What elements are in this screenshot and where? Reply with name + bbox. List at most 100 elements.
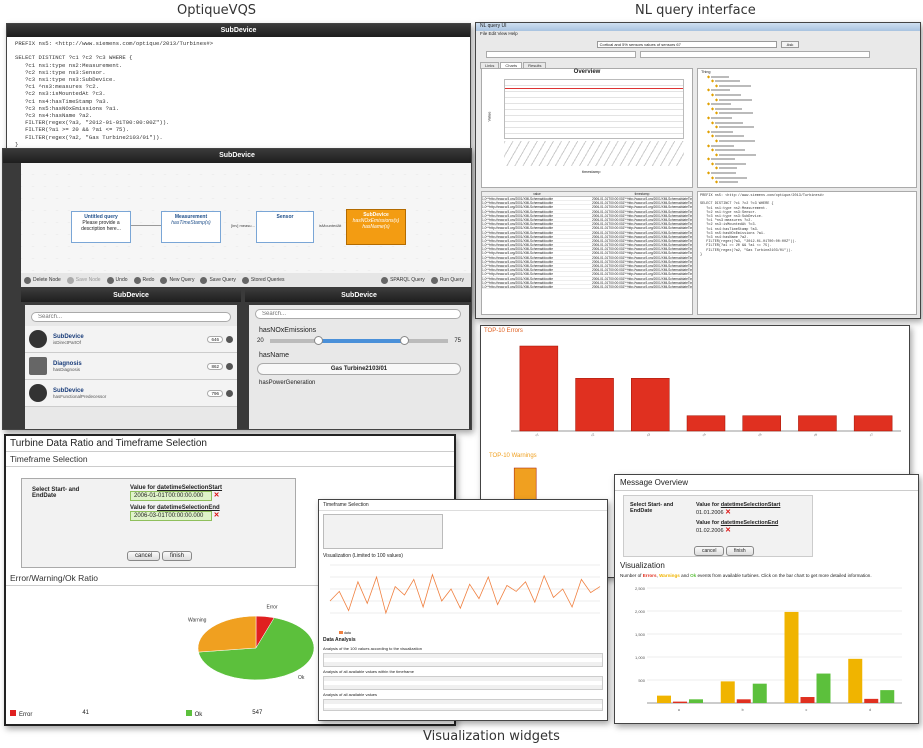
range-handle-low[interactable] xyxy=(313,336,323,345)
bar[interactable] xyxy=(853,415,893,432)
bar[interactable] xyxy=(736,699,751,703)
sparql-line: ?c3 ns4:hasName ?a2. xyxy=(15,112,93,120)
msg-start-input[interactable]: 01.01.2006 xyxy=(696,510,724,516)
pie-slice[interactable] xyxy=(197,615,257,653)
bar[interactable] xyxy=(575,378,614,432)
col-value[interactable]: value xyxy=(482,192,592,196)
bar[interactable] xyxy=(686,415,726,432)
diagnosis-icon xyxy=(29,357,47,375)
bar[interactable] xyxy=(816,673,831,703)
stored-queries-button[interactable]: Stored Queries xyxy=(241,276,285,284)
legend-item[interactable]: Ok 547 xyxy=(185,710,262,718)
analysis-3: Analysis of all available values xyxy=(323,692,378,697)
cancel-button[interactable]: cancel xyxy=(127,551,161,561)
y-tick-label: 1,500 xyxy=(635,632,646,637)
sparql-line: ?c2 ns1:type ns3:Sensor. xyxy=(15,68,106,76)
undo-button[interactable]: Undo xyxy=(106,276,128,284)
nl-ask-button[interactable]: Ask xyxy=(780,41,800,48)
range-slider[interactable] xyxy=(269,336,449,345)
search-input[interactable] xyxy=(31,312,231,322)
y-tick-label: 500 xyxy=(638,678,645,683)
bar[interactable] xyxy=(848,658,863,703)
bar[interactable] xyxy=(519,345,559,432)
cell-value: 1.0^^http://www.w3.org/2001/XMLSchema#do… xyxy=(482,222,554,226)
pie-label: Error xyxy=(267,605,278,611)
cell-value: 1.0^^http://www.w3.org/2001/XMLSchema#do… xyxy=(482,230,554,234)
chevron-right-icon[interactable] xyxy=(226,389,233,397)
bar[interactable] xyxy=(657,695,671,703)
chevron-right-icon[interactable] xyxy=(226,335,233,343)
nl-titlebar: NL query UI xyxy=(476,23,920,31)
analysis-table-2 xyxy=(323,676,603,690)
x-tick-label: c6 xyxy=(813,432,818,437)
bar[interactable] xyxy=(880,690,895,703)
range-handle-high[interactable] xyxy=(399,336,409,345)
end-date-input[interactable]: 2006-03-01T00:00:00.000 xyxy=(130,511,212,521)
bar[interactable] xyxy=(689,699,703,703)
save-query-button[interactable]: Save Query xyxy=(200,276,236,284)
list-item[interactable]: SubDevice isDirectPartOf 646 xyxy=(25,326,237,353)
cell-value: 1.0^^http://www.w3.org/2001/XMLSchema#do… xyxy=(482,201,554,205)
bar[interactable] xyxy=(742,415,781,432)
nl-sparql-text: PREFIX ns5: <http://www.siemens.com/opti… xyxy=(700,194,824,257)
bar[interactable] xyxy=(673,701,687,703)
attr-search-input[interactable] xyxy=(255,309,461,319)
cell-timestamp: 2006-01-01T00:00:00Z^^http://www.w3.org/… xyxy=(592,201,692,205)
msg-finish-button[interactable]: finish xyxy=(725,546,754,556)
nl-query-input[interactable]: Cortical and 5% sensors values of sensor… xyxy=(596,41,777,48)
finish-button[interactable]: finish xyxy=(162,551,193,561)
delete-node-button[interactable]: Delete Node xyxy=(24,276,61,284)
list-item[interactable]: SubDevice hasFunctionalPredecessor 796 xyxy=(25,380,237,407)
sparql-line xyxy=(15,47,462,54)
name-select[interactable]: Gas Turbine2103/01 xyxy=(257,363,461,375)
query-node-subdevice[interactable]: SubDevice hasNOxEmissions(s) hasName(s) xyxy=(346,209,406,245)
item-sub: hasDiagnosis xyxy=(53,366,81,372)
redo-button[interactable]: Redo xyxy=(133,276,154,284)
range-max: 75 xyxy=(454,338,461,344)
cell-value: 1.0^^http://www.w3.org/2001/XMLSchema#do… xyxy=(482,217,554,222)
legend-item[interactable]: Error 41 xyxy=(10,710,89,718)
clear-start-icon[interactable]: ✕ xyxy=(214,492,220,499)
cell-timestamp: 2006-01-01T00:00:00Z^^http://www.w3.org/… xyxy=(592,255,692,259)
table-row[interactable]: 1.0^^http://www.w3.org/2001/XMLSchema#do… xyxy=(482,285,692,290)
msg-clear-start-icon[interactable]: ✕ xyxy=(725,509,731,516)
msg-end-input[interactable]: 01.02.2006 xyxy=(696,528,724,534)
query-node-measurement[interactable]: Measurement hasTimeStamp(s) xyxy=(161,211,221,243)
line-widget-window: Timeframe Selection Visualization (Limit… xyxy=(318,499,608,721)
nl-plot-area xyxy=(504,79,684,139)
query-node-untitled[interactable]: Untitled query Please provide a descript… xyxy=(71,211,131,243)
warnings-title: TOP-10 Warnings xyxy=(489,453,537,459)
tree-item[interactable]: ◆ xyxy=(701,180,913,185)
pie-label: Warning xyxy=(188,618,207,624)
msg-cancel-button[interactable]: cancel xyxy=(694,546,725,556)
nl-select-1[interactable] xyxy=(486,51,636,58)
sparql-query-button[interactable]: SPARQL Query xyxy=(381,276,425,284)
count-badge: 862 xyxy=(207,362,223,370)
bar[interactable] xyxy=(800,697,815,703)
analysis-2: Analysis of all available values within … xyxy=(323,669,414,674)
bar[interactable] xyxy=(720,681,735,703)
start-date-input[interactable]: 2006-01-01T00:00:00.000 xyxy=(130,491,212,501)
y-tick-label: 2,500 xyxy=(635,586,646,591)
name-select-value: Gas Turbine2103/01 xyxy=(330,366,388,372)
col-timestamp[interactable]: timestamp xyxy=(592,192,692,196)
query-node-sensor[interactable]: Sensor xyxy=(256,211,314,243)
list-item[interactable]: Diagnosis hasDiagnosis 862 xyxy=(25,353,237,380)
chevron-right-icon[interactable] xyxy=(226,362,233,370)
nl-select-2[interactable] xyxy=(640,51,870,58)
cell-timestamp: 2006-01-01T00:00:00Z^^http://www.w3.org/… xyxy=(592,222,692,226)
save-node-button[interactable]: Save Node xyxy=(66,276,101,284)
clear-end-icon[interactable]: ✕ xyxy=(214,512,220,519)
new-query-button[interactable]: New Query xyxy=(160,276,194,284)
bar[interactable] xyxy=(631,378,670,432)
cell-value: 1.0^^http://www.w3.org/2001/XMLSchema#do… xyxy=(482,238,554,243)
bar[interactable] xyxy=(864,698,879,703)
line-tf-title: Timeframe Selection xyxy=(319,500,607,511)
bar[interactable] xyxy=(784,611,799,703)
vqs-canvas[interactable]: Untitled query Please provide a descript… xyxy=(21,163,471,273)
cell-timestamp: 2006-01-01T00:00:00Z^^http://www.w3.org/… xyxy=(592,251,692,255)
bar[interactable] xyxy=(752,683,767,703)
run-query-button[interactable]: Run Query xyxy=(430,276,464,284)
bar[interactable] xyxy=(798,415,837,432)
msg-clear-end-icon[interactable]: ✕ xyxy=(725,527,731,534)
